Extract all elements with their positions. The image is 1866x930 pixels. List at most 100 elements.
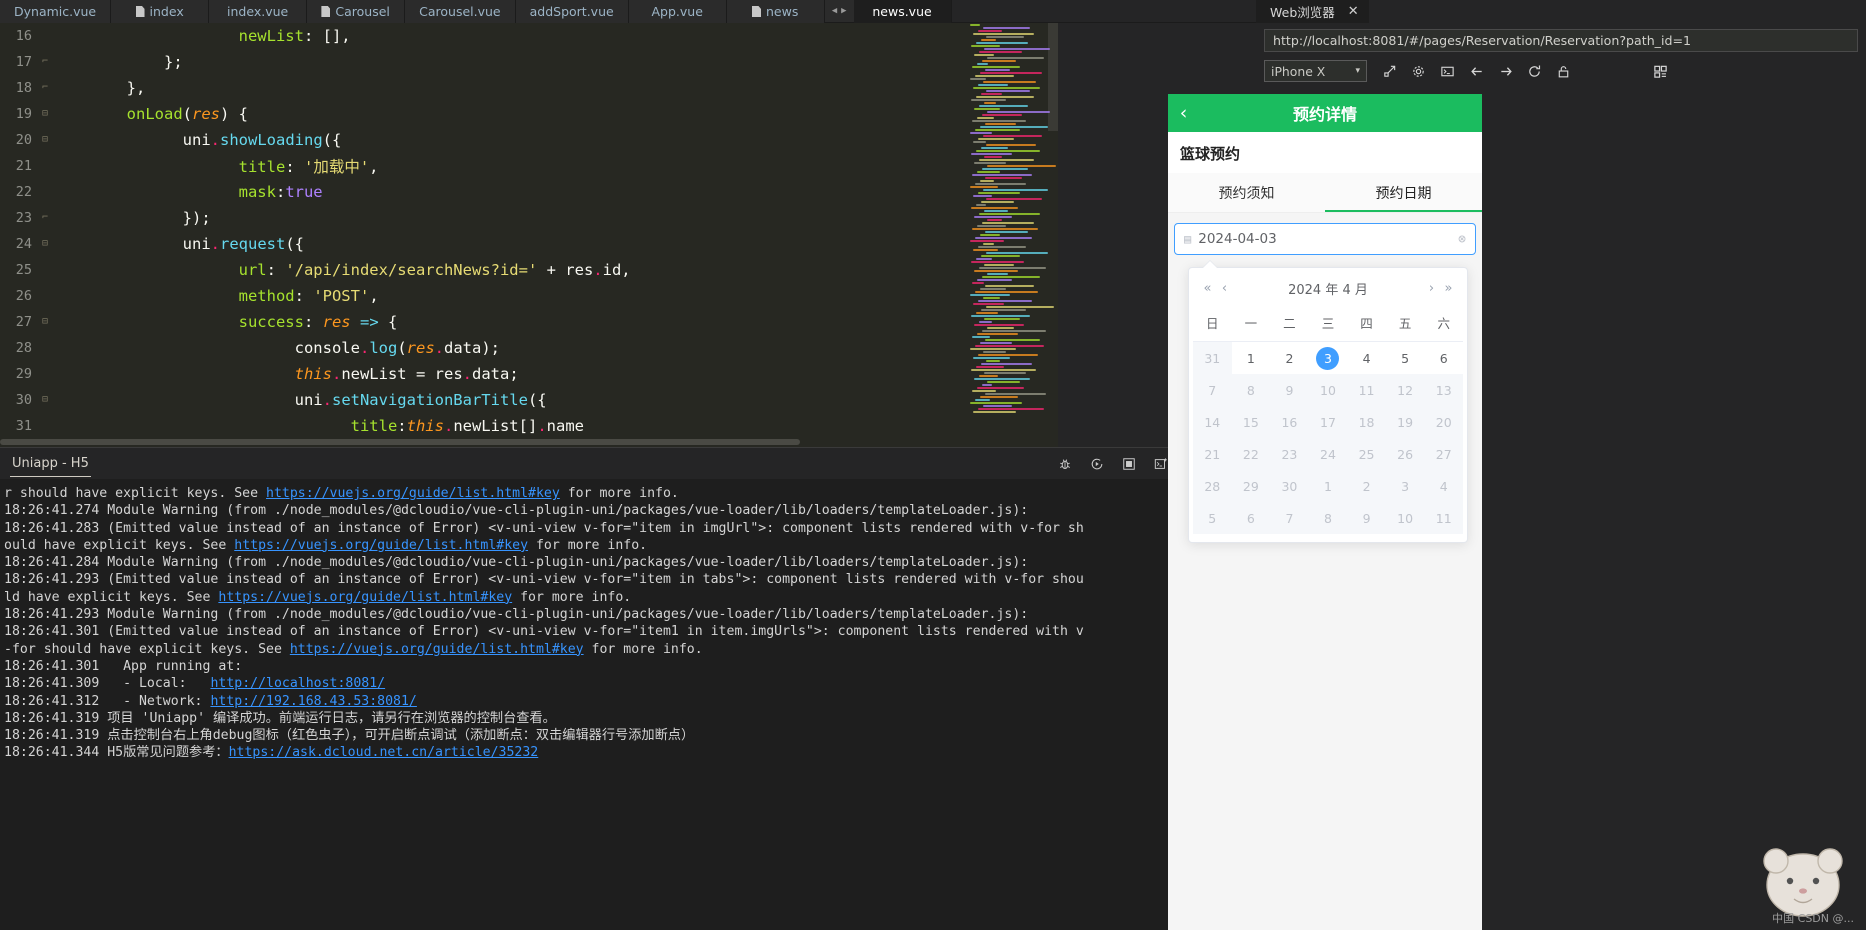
- bug-icon[interactable]: [1058, 457, 1072, 471]
- fold-marker[interactable]: ⌐: [38, 213, 52, 223]
- browser-tab[interactable]: Web浏览器 ✕: [1256, 0, 1369, 23]
- console-link[interactable]: http://localhost:8081/: [210, 676, 385, 691]
- calendar-day-cell[interactable]: 6: [1424, 342, 1463, 374]
- console-output[interactable]: r should have explicit keys. See https:/…: [0, 479, 1256, 930]
- code-line[interactable]: 23 ⌐ });: [0, 205, 966, 231]
- minimap-line: [977, 171, 1000, 173]
- editor-minimap[interactable]: [966, 23, 1058, 447]
- minimap-line: [981, 39, 996, 41]
- tab-nav-arrows[interactable]: ◀ ▶: [824, 0, 854, 22]
- stop-icon[interactable]: [1122, 457, 1136, 471]
- forward-icon[interactable]: [1493, 59, 1518, 84]
- code-line[interactable]: 31 title:this.newList[].name: [0, 413, 966, 439]
- next-month-icon[interactable]: ›: [1423, 281, 1440, 296]
- tab-next-icon[interactable]: ▶: [841, 6, 846, 16]
- editor-tab-carousel[interactable]: Carousel: [307, 0, 406, 23]
- tab-prev-icon[interactable]: ◀: [832, 6, 837, 16]
- code-line[interactable]: 30 ⊟ uni.setNavigationBarTitle({: [0, 387, 966, 413]
- fold-marker[interactable]: ⊟: [38, 109, 52, 119]
- fold-marker[interactable]: ⌐: [38, 83, 52, 93]
- editor-tab-news-vue[interactable]: news.vue: [853, 0, 952, 23]
- console-link[interactable]: http://192.168.43.53:8081/: [210, 694, 416, 709]
- code-line[interactable]: 28 console.log(res.data);: [0, 335, 966, 361]
- calendar-day-cell: 2: [1347, 470, 1386, 502]
- calendar-day-cell[interactable]: 31: [1193, 342, 1232, 374]
- console-tab-uniapp-h5[interactable]: Uniapp - H5: [10, 450, 91, 477]
- console-line: 18:26:41.344 H5版常见问题参考：https://ask.dclou…: [4, 745, 539, 761]
- code-line[interactable]: 24 ⊟ uni.request({: [0, 231, 966, 257]
- editor-tab-news[interactable]: news: [726, 0, 825, 23]
- minimap-line: [975, 399, 990, 401]
- code-editor[interactable]: 16 newList: [], 17 ⌐ }; 18 ⌐ }, 19 ⊟ onLoad(re…: [0, 23, 966, 447]
- console-link[interactable]: https://vuejs.org/guide/list.html#key: [218, 590, 512, 605]
- editor-horizontal-scrollbar[interactable]: [0, 439, 966, 447]
- back-icon[interactable]: [1464, 59, 1489, 84]
- code-line[interactable]: 27 ⊟ success: res => {: [0, 309, 966, 335]
- calendar-day-cell[interactable]: 4: [1347, 342, 1386, 374]
- new-terminal-icon[interactable]: [1154, 457, 1168, 471]
- code-line[interactable]: 19 ⊟ onLoad(res) {: [0, 101, 966, 127]
- code-line[interactable]: 22 mask:true: [0, 179, 966, 205]
- editor-tab-addsport-vue[interactable]: addSport.vue: [515, 0, 629, 23]
- page-tab-inactive[interactable]: 预约须知: [1168, 173, 1325, 212]
- unlock-icon[interactable]: [1551, 59, 1576, 84]
- prev-year-icon[interactable]: «: [1199, 281, 1216, 296]
- editor-tab-app-vue[interactable]: App.vue: [628, 0, 727, 23]
- rerun-icon[interactable]: [1090, 457, 1104, 471]
- code-line[interactable]: 25 url: '/api/index/searchNews?id=' + re…: [0, 257, 966, 283]
- calendar-day-cell: 10: [1385, 502, 1425, 534]
- chevron-down-icon: ▾: [1355, 66, 1360, 76]
- next-year-icon[interactable]: »: [1440, 281, 1457, 296]
- fold-marker[interactable]: ⊟: [38, 317, 52, 327]
- minimap-line: [980, 126, 1048, 128]
- fold-marker[interactable]: ⌐: [38, 57, 52, 67]
- fold-marker[interactable]: ⊟: [38, 135, 52, 145]
- page-tab-active[interactable]: 预约日期: [1325, 173, 1482, 212]
- device-selector[interactable]: iPhone X ▾: [1264, 60, 1367, 82]
- console-link[interactable]: https://vuejs.org/guide/list.html#key: [266, 486, 560, 501]
- calendar-day-cell[interactable]: 1: [1232, 342, 1271, 374]
- resize-icon[interactable]: [1377, 59, 1402, 84]
- calendar-day-cell[interactable]: 5: [1386, 342, 1425, 374]
- code-text: mask:true: [238, 183, 323, 201]
- clear-icon[interactable]: ⊗: [1458, 232, 1466, 247]
- line-number: 29: [15, 366, 32, 382]
- calendar-day-cell[interactable]: 2: [1270, 342, 1309, 374]
- close-icon[interactable]: ✕: [1348, 4, 1359, 19]
- code-line[interactable]: 21 title: '加载中',: [0, 153, 966, 179]
- gear-icon[interactable]: [1406, 59, 1431, 84]
- minimap-line: [972, 66, 1020, 68]
- calendar-day-cell[interactable]: 3: [1309, 342, 1348, 374]
- date-input[interactable]: ▤ 2024-04-03 ⊗: [1174, 223, 1476, 255]
- minimap-viewport[interactable]: [1048, 23, 1058, 131]
- console-link[interactable]: https://ask.dcloud.net.cn/article/35232: [229, 745, 539, 760]
- minimap-line: [981, 147, 1008, 149]
- code-line[interactable]: 18 ⌐ },: [0, 75, 966, 101]
- editor-tab-index-vue[interactable]: index.vue: [209, 0, 308, 23]
- ide-window: Dynamic.vue index index.vue Carousel Carouse…: [0, 0, 1866, 930]
- back-chevron-icon[interactable]: ‹: [1178, 103, 1189, 123]
- calendar-day-cell: 1: [1308, 470, 1348, 502]
- minimap-line: [970, 402, 1022, 404]
- editor-tab-dynamic-vue[interactable]: Dynamic.vue: [0, 0, 112, 23]
- code-line[interactable]: 26 method: 'POST',: [0, 283, 966, 309]
- fold-marker[interactable]: ⊟: [38, 239, 52, 249]
- code-line[interactable]: 17 ⌐ };: [0, 49, 966, 75]
- fold-marker[interactable]: ⊟: [38, 395, 52, 405]
- code-line[interactable]: 16 newList: [],: [0, 23, 966, 49]
- layout-grid-icon[interactable]: [1648, 59, 1673, 84]
- console-link[interactable]: https://vuejs.org/guide/list.html#key: [290, 642, 584, 657]
- code-line[interactable]: 20 ⊟ uni.showLoading({: [0, 127, 966, 153]
- console-icon[interactable]: [1435, 59, 1460, 84]
- prev-month-icon[interactable]: ‹: [1216, 281, 1233, 296]
- url-bar[interactable]: http://localhost:8081/#/pages/Reservatio…: [1264, 29, 1858, 52]
- date-grid: 31 1 2 3 4 5 6 7 8 9 10 11 12 13 14 15 16 17 18 19 20 21 22 23 2…: [1193, 342, 1463, 534]
- console-link[interactable]: https://vuejs.org/guide/list.html#key: [234, 538, 528, 553]
- editor-tab-index[interactable]: index: [111, 0, 210, 23]
- weekday-label: 日: [1193, 302, 1232, 342]
- minimap-line: [984, 210, 1008, 212]
- reload-icon[interactable]: [1522, 59, 1547, 84]
- code-line[interactable]: 29 this.newList = res.data;: [0, 361, 966, 387]
- minimap-line: [987, 57, 1044, 59]
- editor-tab-carousel-vue[interactable]: Carousel.vue: [405, 0, 516, 23]
